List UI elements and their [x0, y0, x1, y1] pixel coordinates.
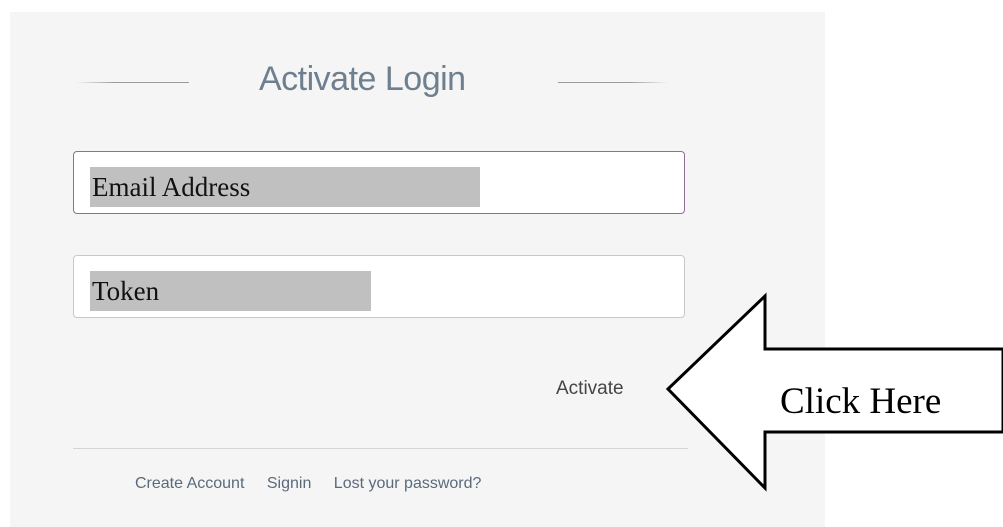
footer-links: Create Account Signin Lost your password…	[135, 475, 499, 493]
create-account-link[interactable]: Create Account	[135, 475, 244, 492]
footer-divider	[73, 448, 688, 449]
title-divider-right	[558, 82, 668, 83]
token-field-value: Token	[90, 271, 371, 311]
page: Activate Login Email Address Token Activ…	[0, 0, 1003, 527]
signin-link[interactable]: Signin	[267, 475, 311, 492]
token-field[interactable]: Token	[73, 255, 685, 318]
activate-button[interactable]: Activate	[556, 378, 624, 400]
page-title: Activate Login	[259, 60, 466, 98]
title-row: Activate Login	[63, 48, 678, 98]
email-field-value: Email Address	[90, 167, 480, 207]
lost-password-link[interactable]: Lost your password?	[334, 475, 482, 492]
title-divider-left	[76, 82, 189, 83]
click-here-label: Click Here	[780, 381, 942, 422]
email-field[interactable]: Email Address	[73, 151, 685, 214]
